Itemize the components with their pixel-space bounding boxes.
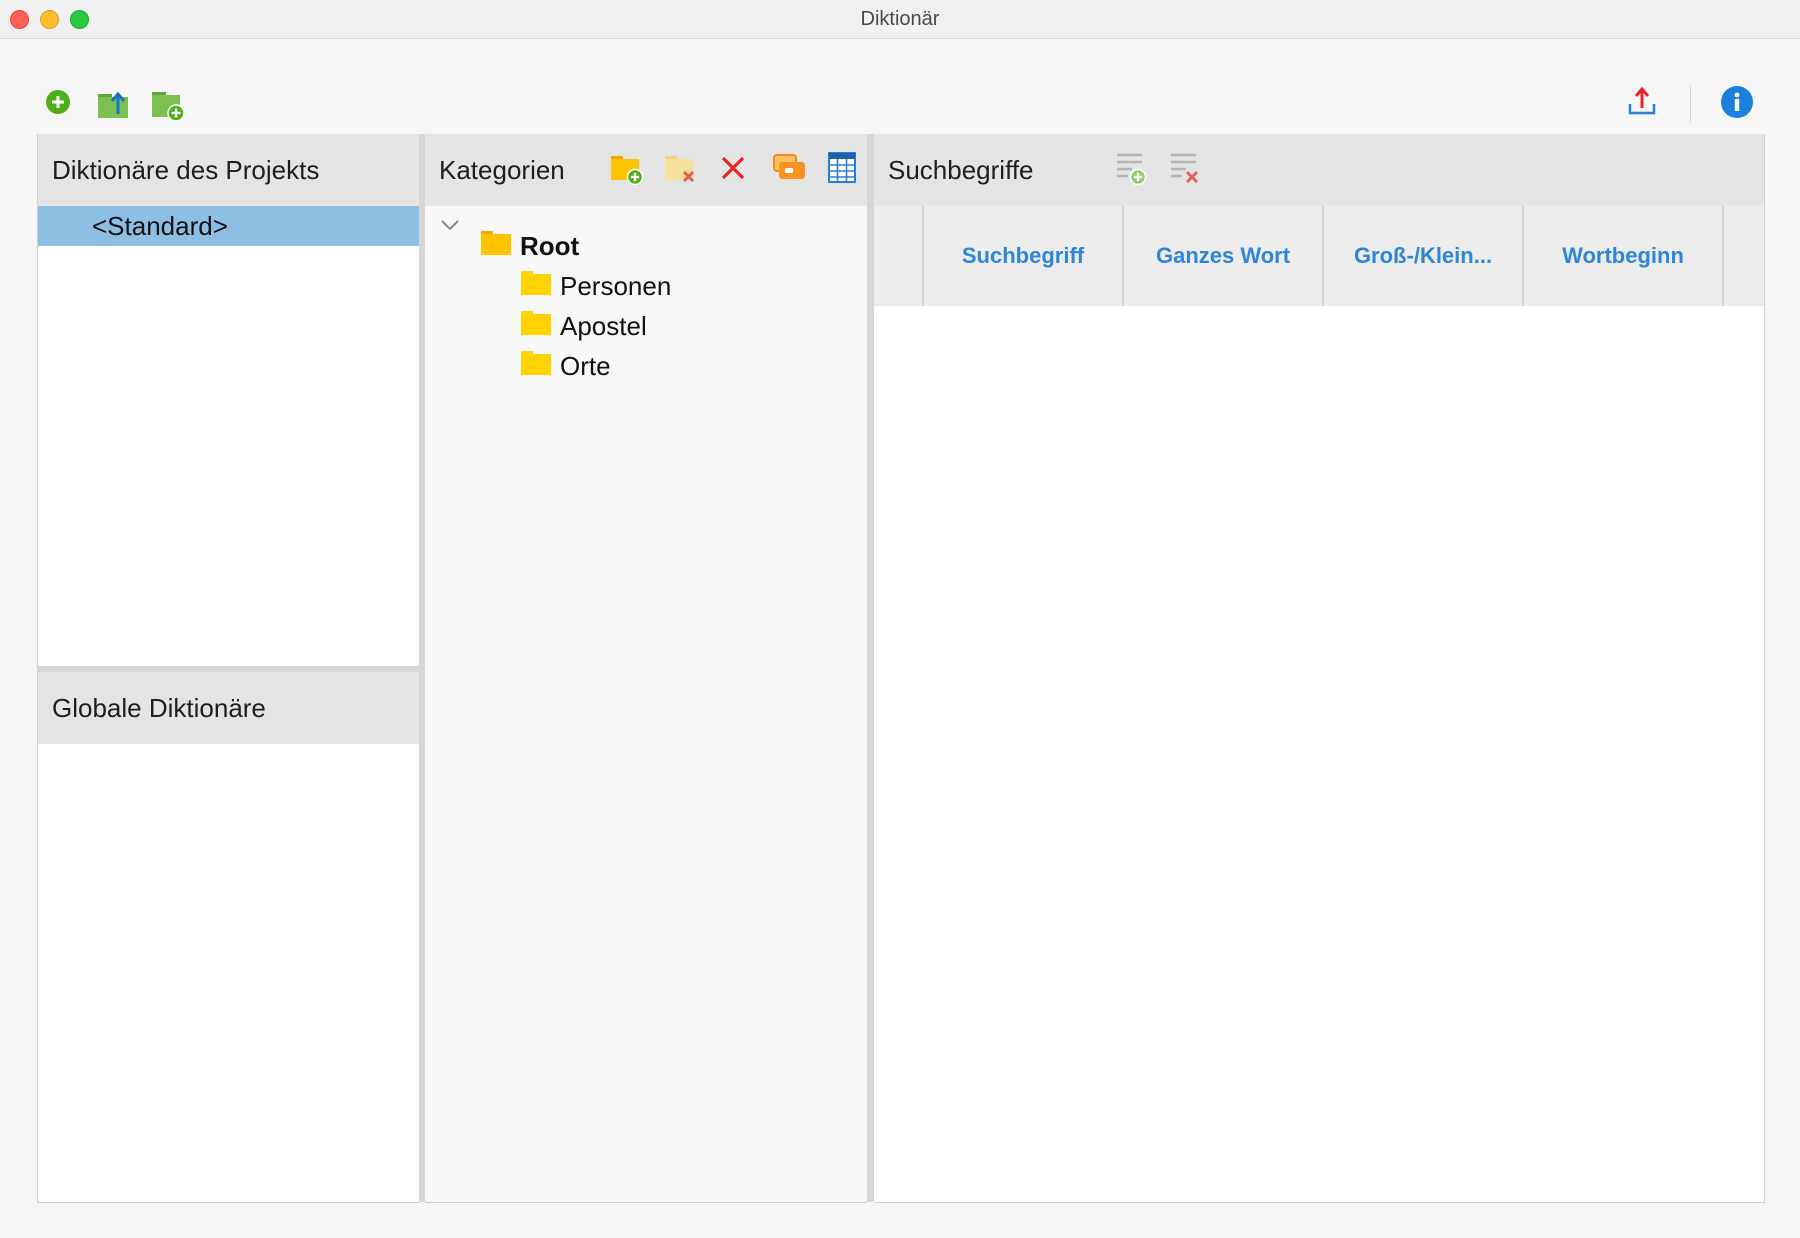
tree-node-label: Apostel: [560, 310, 647, 341]
project-dictionaries-title: Diktionäre des Projekts: [52, 154, 320, 185]
folder-icon: [520, 309, 552, 344]
table-icon[interactable]: [827, 150, 857, 191]
tree-node-root[interactable]: Root: [480, 226, 579, 266]
categories-title: Kategorien: [439, 154, 565, 185]
add-dictionary-icon[interactable]: [44, 88, 72, 116]
chevron-down-icon[interactable]: [439, 218, 461, 237]
new-category-icon[interactable]: [609, 150, 645, 193]
column-header-ganzes-wort[interactable]: Ganzes Wort: [1122, 206, 1322, 306]
delete-icon[interactable]: [719, 154, 747, 189]
search-terms-title: Suchbegriffe: [888, 154, 1034, 185]
export-icon[interactable]: [1626, 84, 1658, 118]
search-terms-table-header: Suchbegriff Ganzes Wort Groß-/Klein... W…: [874, 206, 1764, 306]
categories-pane: Kategorien Root Personen Apostel Orte: [425, 134, 867, 1203]
global-dictionaries-title: Globale Diktionäre: [52, 692, 266, 723]
tree-node-orte[interactable]: Orte: [520, 346, 611, 386]
folder-icon: [520, 349, 552, 384]
folder-icon: [520, 269, 552, 304]
new-dictionary-folder-icon[interactable]: [150, 86, 186, 122]
categories-header: Kategorien: [425, 134, 867, 206]
project-dictionaries-pane: Diktionäre des Projekts <Standard>: [37, 134, 420, 666]
toolbar-divider: [1690, 86, 1691, 122]
window-title: Diktionär: [860, 8, 940, 30]
dictionary-item-label: <Standard>: [92, 211, 228, 241]
tree-node-label: Orte: [560, 350, 611, 381]
diktionaer-window: Diktionär Diktionäre des Projekts <Stand…: [0, 0, 1800, 1238]
folder-open-icon: [480, 229, 512, 264]
info-icon[interactable]: [1720, 85, 1754, 119]
column-header-gross-klein[interactable]: Groß-/Klein...: [1322, 206, 1522, 306]
add-search-term-icon[interactable]: [1114, 150, 1148, 193]
search-terms-header: Suchbegriffe: [874, 134, 1764, 206]
search-terms-pane: Suchbegriffe Suchbegriff Ganzes Wort Gro…: [874, 134, 1765, 1203]
column-header-suchbegriff[interactable]: Suchbegriff: [922, 206, 1122, 306]
column-header-wortbeginn[interactable]: Wortbeginn: [1522, 206, 1724, 306]
import-dictionary-icon[interactable]: [96, 86, 132, 120]
project-dictionaries-header: Diktionäre des Projekts: [38, 134, 420, 206]
tree-node-label: Personen: [560, 270, 672, 301]
global-dictionaries-pane: Globale Diktionäre: [37, 672, 420, 1203]
rename-icon[interactable]: [771, 150, 807, 193]
title-bar: Diktionär: [0, 0, 1800, 39]
middle-right-splitter[interactable]: [867, 134, 874, 1202]
delete-category-folder-icon[interactable]: [663, 150, 699, 193]
dictionary-list-item[interactable]: <Standard>: [38, 206, 420, 246]
tree-node-label: Root: [520, 230, 580, 261]
global-dictionaries-header: Globale Diktionäre: [38, 672, 420, 744]
tree-node-apostel[interactable]: Apostel: [520, 306, 647, 346]
delete-search-term-icon[interactable]: [1168, 150, 1202, 193]
tree-node-personen[interactable]: Personen: [520, 266, 671, 306]
